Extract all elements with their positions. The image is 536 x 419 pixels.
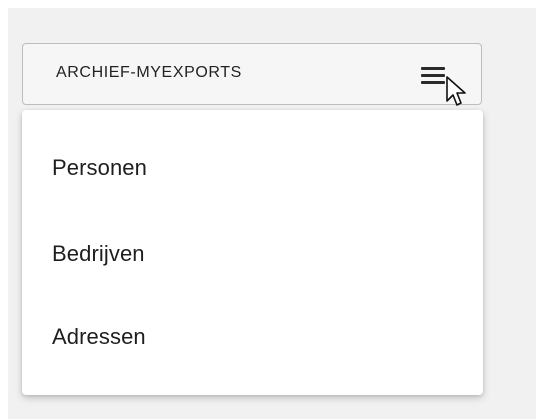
menu-item-adressen[interactable]: Adressen <box>22 306 483 362</box>
menu-icon-bar <box>421 74 445 77</box>
menu-item-label: Adressen <box>52 324 146 349</box>
archive-exports-dropdown-button[interactable]: ARCHIEF-MYEXPORTS <box>22 43 482 106</box>
menu-item-label: Personen <box>52 155 147 180</box>
hamburger-menu-icon[interactable] <box>421 66 447 86</box>
menu-icon-bar <box>421 67 445 70</box>
screen: ARCHIEF-MYEXPORTS Personen Bedrijven Adr… <box>0 0 536 419</box>
menu-item-bedrijven[interactable]: Bedrijven <box>22 223 483 279</box>
dropdown-menu: Personen Bedrijven Adressen <box>22 110 483 395</box>
mouse-cursor-icon <box>446 76 466 106</box>
dropdown-label: ARCHIEF-MYEXPORTS <box>56 64 242 81</box>
menu-item-personen[interactable]: Personen <box>22 137 483 193</box>
menu-item-label: Bedrijven <box>52 241 145 266</box>
menu-icon-bar <box>421 81 445 84</box>
